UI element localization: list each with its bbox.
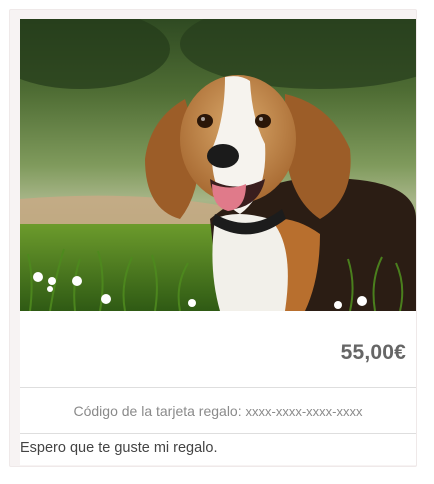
divider bbox=[20, 433, 416, 434]
gift-message: Espero que te guste mi regalo. bbox=[20, 440, 218, 456]
gift-card-code: Código de la tarjeta regalo: xxxx-xxxx-x… bbox=[20, 403, 416, 419]
product-image bbox=[20, 19, 416, 311]
gift-card: 55,00€ Código de la tarjeta regalo: xxxx… bbox=[20, 19, 416, 465]
divider bbox=[20, 387, 416, 388]
gift-card-code-label: Código de la tarjeta regalo: bbox=[73, 403, 242, 419]
gift-card-code-value: xxxx-xxxx-xxxx-xxxx bbox=[245, 404, 363, 419]
price: 55,00€ bbox=[340, 341, 406, 364]
